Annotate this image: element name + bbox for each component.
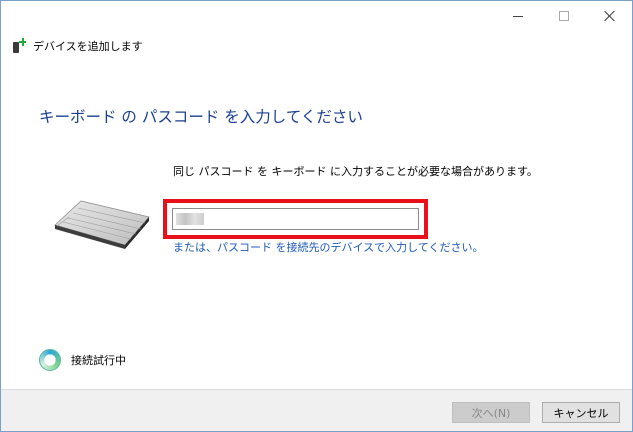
minimize-icon bbox=[513, 15, 523, 17]
cancel-button[interactable]: キャンセル bbox=[542, 402, 620, 423]
close-icon bbox=[604, 10, 616, 22]
dialog-footer: 次へ(N) キャンセル bbox=[1, 389, 632, 431]
spinner-icon bbox=[39, 349, 61, 371]
next-button[interactable]: 次へ(N) bbox=[452, 402, 530, 423]
page-heading: キーボード の パスコード を入力してください bbox=[39, 108, 363, 126]
status-text: 接続試行中 bbox=[71, 354, 126, 367]
maximize-icon bbox=[559, 11, 569, 21]
title-bar bbox=[1, 1, 632, 31]
passcode-highlight bbox=[163, 199, 428, 239]
enter-on-device-link[interactable]: または、パスコード を接続先のデバイスで入力してください。 bbox=[173, 239, 484, 255]
passcode-input[interactable] bbox=[172, 208, 419, 230]
dialog-title: デバイスを追加します bbox=[33, 40, 143, 53]
close-button[interactable] bbox=[587, 1, 633, 31]
connection-status: 接続試行中 bbox=[39, 349, 126, 371]
maximize-button[interactable] bbox=[541, 1, 587, 31]
dialog-header: デバイスを追加します bbox=[11, 37, 143, 55]
add-device-icon bbox=[11, 38, 27, 54]
masked-passcode bbox=[176, 213, 204, 225]
dialog-window: デバイスを追加します キーボード の パスコード を入力してください 同じ パス… bbox=[0, 0, 633, 432]
instruction-text: 同じ パスコード を キーボード に入力することが必要な場合があります。 bbox=[173, 165, 538, 178]
minimize-button[interactable] bbox=[495, 1, 541, 31]
keyboard-icon bbox=[54, 200, 150, 249]
